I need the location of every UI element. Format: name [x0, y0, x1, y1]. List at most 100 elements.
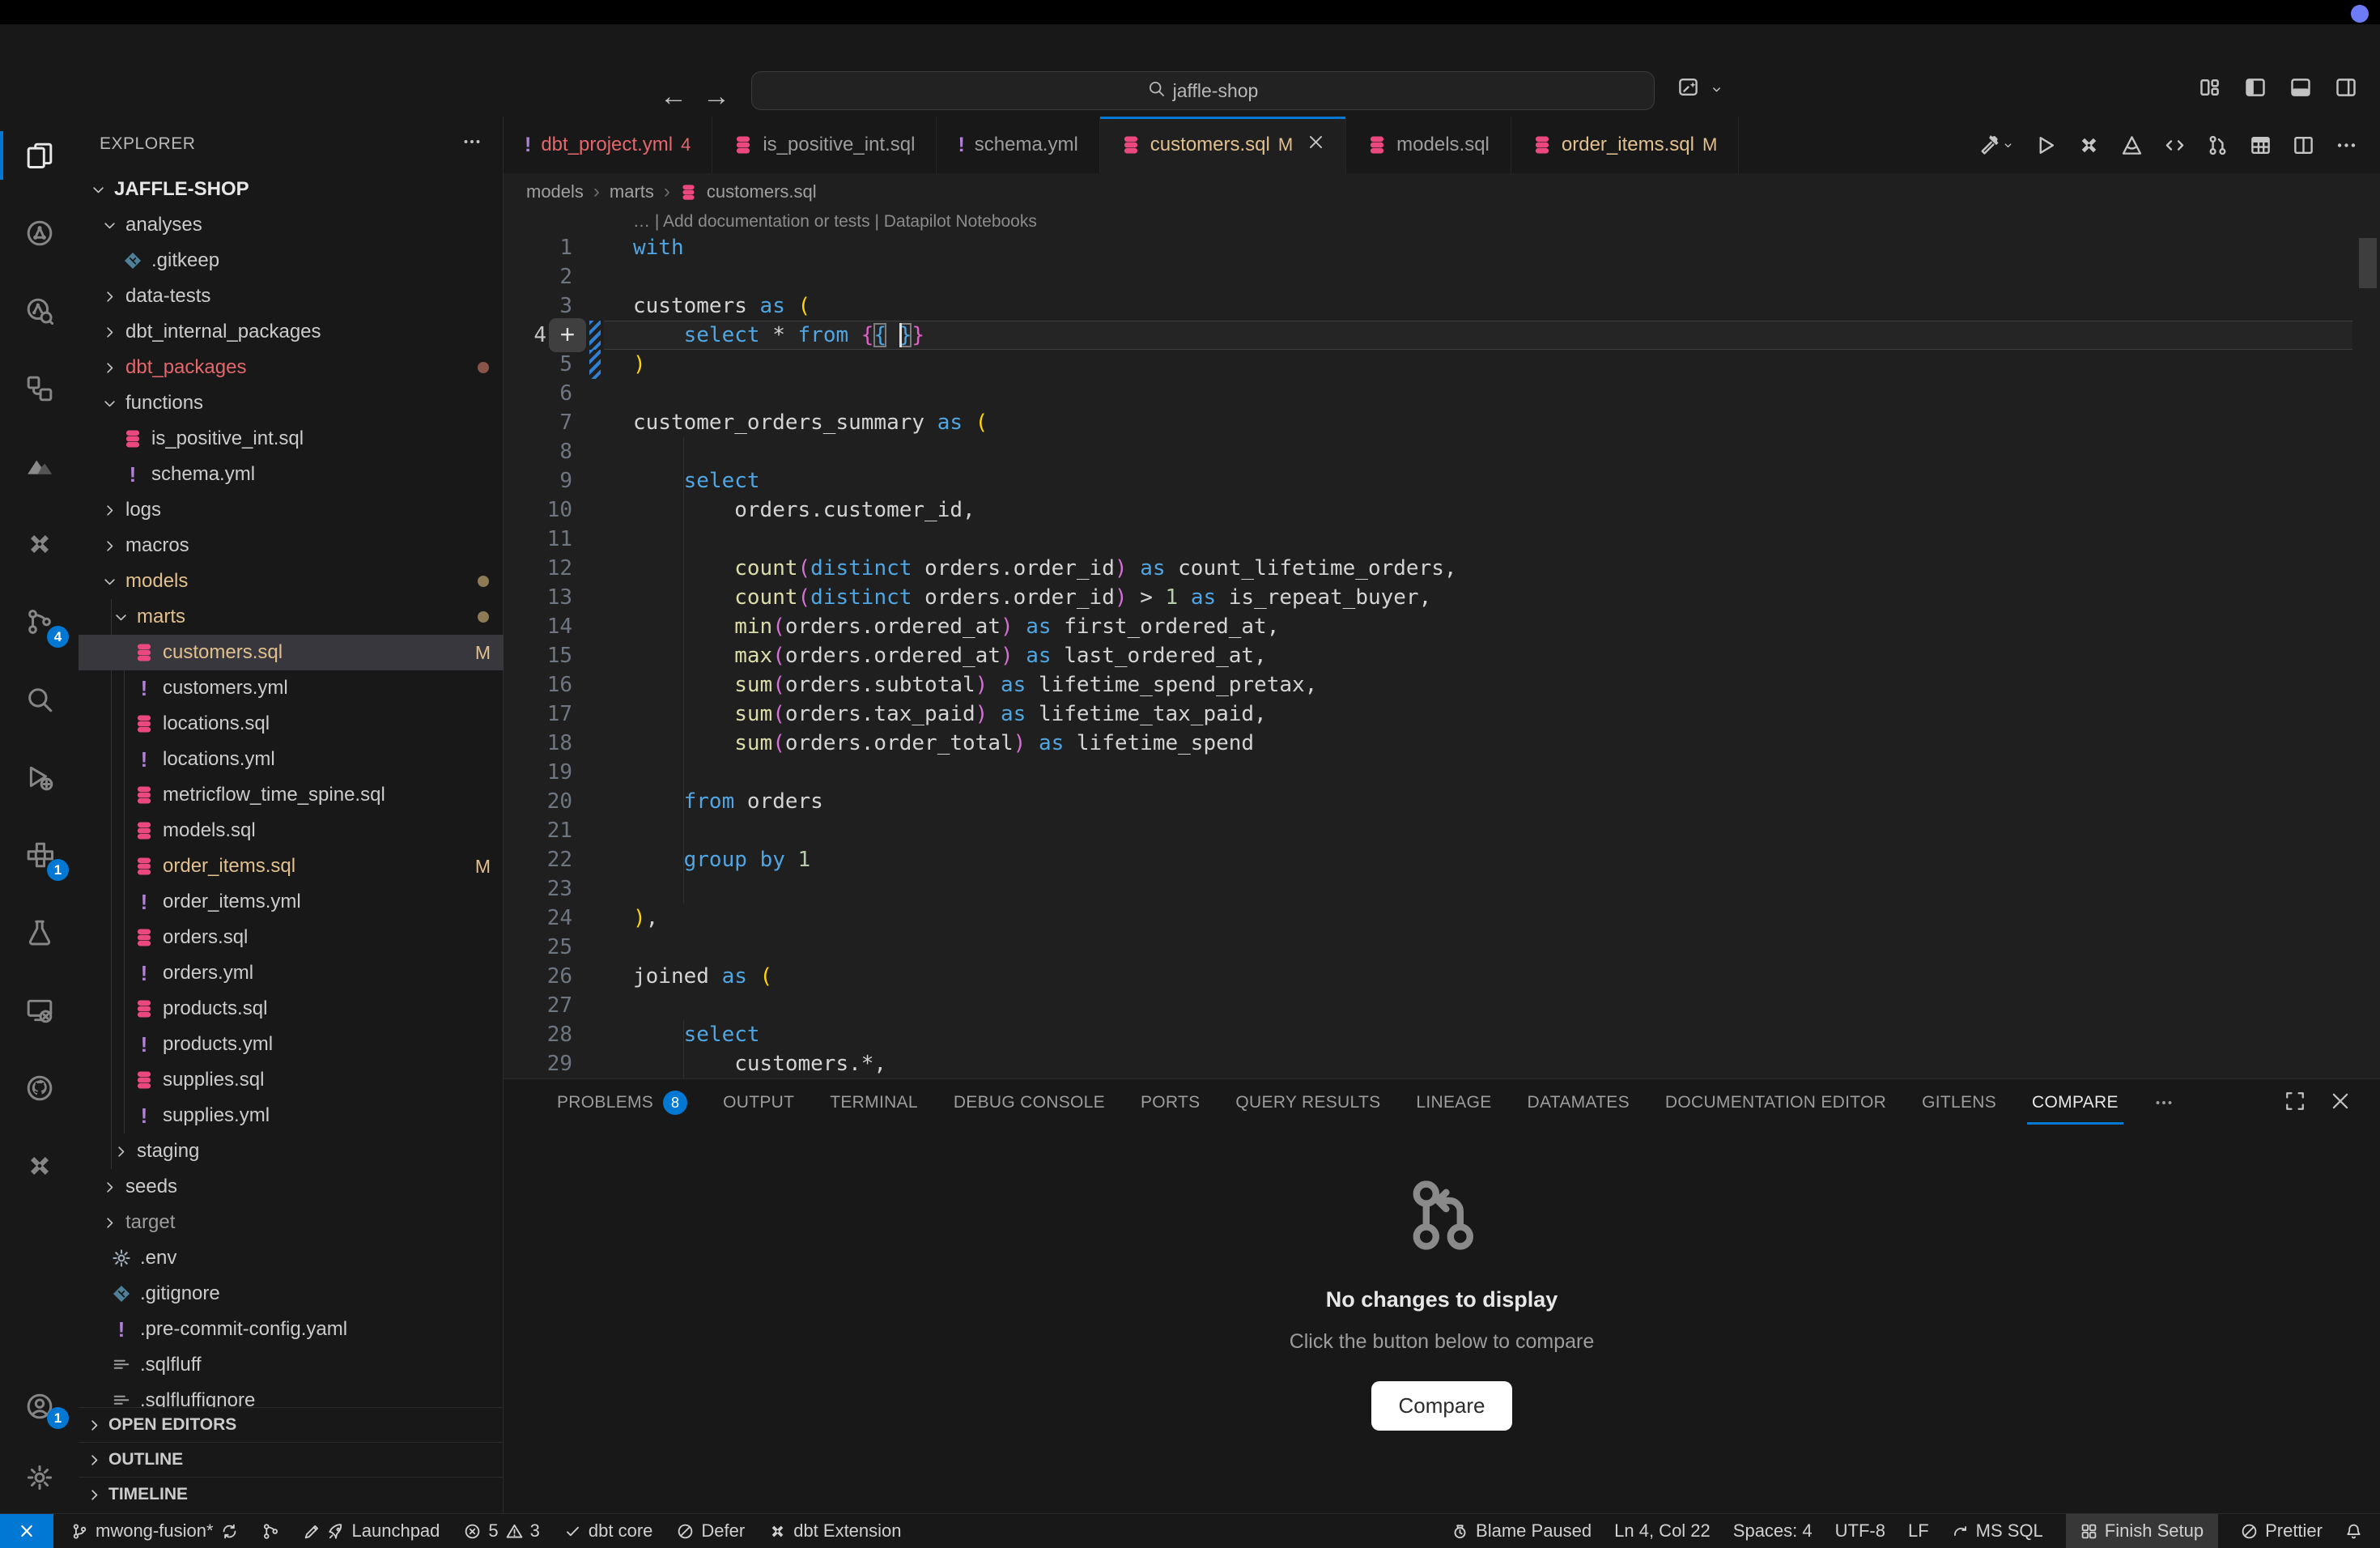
breadcrumb-item[interactable]: models: [526, 181, 584, 202]
dbt-core-status[interactable]: dbt core: [564, 1514, 653, 1548]
tree-item--gitignore[interactable]: .gitignore: [79, 1276, 504, 1312]
remote-indicator[interactable]: [0, 1514, 53, 1548]
panel-tab-debug-console[interactable]: DEBUG CONSOLE: [936, 1079, 1123, 1126]
tree-item-schema-yml[interactable]: !schema.yml: [79, 457, 504, 492]
chevron-down-icon[interactable]: [1710, 83, 1723, 100]
tree-item--env[interactable]: .env: [79, 1240, 504, 1276]
prettier-status[interactable]: Prettier: [2241, 1514, 2323, 1548]
code-line-3[interactable]: 3customers as (: [504, 291, 2380, 321]
defer-status[interactable]: Defer: [677, 1514, 745, 1548]
dbt-test-button[interactable]: [2078, 134, 2100, 156]
chat-icon[interactable]: [1677, 76, 1699, 102]
panel-tab-ports[interactable]: PORTS: [1123, 1079, 1218, 1126]
breadcrumb[interactable]: models›marts›customers.sql: [504, 173, 2380, 211]
tree-item-orders-yml[interactable]: !orders.yml: [79, 955, 504, 991]
codelens-actions[interactable]: … | Add documentation or tests | Datapil…: [633, 211, 1037, 233]
code-line-12[interactable]: 12 count(distinct orders.order_id) as co…: [504, 554, 2380, 583]
tree-item-marts[interactable]: marts: [79, 599, 504, 635]
code-line-25[interactable]: 25: [504, 933, 2380, 962]
code-line-2[interactable]: 2: [504, 262, 2380, 291]
tree-item-order-items-sql[interactable]: order_items.sqlM: [79, 848, 504, 884]
panel-tab-compare[interactable]: COMPARE: [2014, 1079, 2136, 1126]
panel-tab-lineage[interactable]: LINEAGE: [1398, 1079, 1509, 1126]
tree-item-models-sql[interactable]: models.sql: [79, 813, 504, 848]
code-line-9[interactable]: 9 select: [504, 466, 2380, 495]
tree-item-metricflow-time-spine-sql[interactable]: metricflow_time_spine.sql: [79, 777, 504, 813]
tab-is-positive-int-sql[interactable]: is_positive_int.sql: [712, 117, 937, 173]
tree-item-customers-yml[interactable]: !customers.yml: [79, 670, 504, 706]
tree-item--pre-commit-config-yaml[interactable]: !.pre-commit-config.yaml: [79, 1312, 504, 1347]
launchpad-status[interactable]: Launchpad: [304, 1514, 440, 1548]
activity-remote-explorer[interactable]: [0, 972, 79, 1049]
tree-item-logs[interactable]: logs: [79, 492, 504, 528]
sqlfluff-button[interactable]: [2121, 134, 2143, 156]
code-line-13[interactable]: 13 count(distinct orders.order_id) > 1 a…: [504, 583, 2380, 612]
notifications-status[interactable]: [2345, 1514, 2362, 1548]
activity-graph-search[interactable]: [0, 272, 79, 350]
activity-search[interactable]: [0, 661, 79, 738]
panel-tab-query-results[interactable]: QUERY RESULTS: [1218, 1079, 1398, 1126]
tree-item-is-positive-int-sql[interactable]: is_positive_int.sql: [79, 421, 504, 457]
panel-tab-problems[interactable]: PROBLEMS8: [539, 1079, 705, 1126]
tree-item-products-yml[interactable]: !products.yml: [79, 1027, 504, 1062]
section-open-editors[interactable]: OPEN EDITORS: [79, 1407, 503, 1442]
code-line-20[interactable]: 20 from orders: [504, 787, 2380, 816]
code-line-1[interactable]: 1with: [504, 233, 2380, 262]
close-tab-icon[interactable]: [1307, 134, 1324, 156]
code-line-24[interactable]: 24),: [504, 904, 2380, 933]
tree-item-target[interactable]: target: [79, 1205, 504, 1240]
tree-item-staging[interactable]: staging: [79, 1133, 504, 1169]
split-editor-button[interactable]: [2293, 134, 2314, 156]
breadcrumb-item[interactable]: marts: [610, 181, 654, 202]
query-results-button[interactable]: [2250, 134, 2272, 156]
code-line-14[interactable]: 14 min(orders.ordered_at) as first_order…: [504, 612, 2380, 641]
blame-status[interactable]: Blame Paused: [1451, 1514, 1592, 1548]
code-line-4[interactable]: 4 select * from {{ }}+: [504, 321, 2380, 350]
activity-accounts[interactable]: 1: [0, 1371, 79, 1442]
code-line-22[interactable]: 22 group by 1: [504, 845, 2380, 874]
toggle-sidebar-left-icon[interactable]: [2244, 76, 2267, 103]
tree-item-functions[interactable]: functions: [79, 385, 504, 421]
activity-run-debug[interactable]: [0, 738, 79, 816]
eol-status[interactable]: LF: [1908, 1514, 1929, 1548]
activity-extensions[interactable]: 1: [0, 816, 79, 894]
tab-customers-sql[interactable]: customers.sqlM: [1100, 117, 1346, 173]
code-line-5[interactable]: 5): [504, 350, 2380, 379]
tree-item-supplies-sql[interactable]: supplies.sql: [79, 1062, 504, 1098]
activity-explorer[interactable]: [0, 117, 79, 194]
code-line-10[interactable]: 10 orders.customer_id,: [504, 495, 2380, 525]
tree-root-jaffle-shop[interactable]: JAFFLE-SHOP: [79, 172, 504, 207]
panel-tab-terminal[interactable]: TERMINAL: [812, 1079, 936, 1126]
code-line-21[interactable]: 21: [504, 816, 2380, 845]
code-line-6[interactable]: 6: [504, 379, 2380, 408]
code-line-18[interactable]: 18 sum(orders.order_total) as lifetime_s…: [504, 729, 2380, 758]
customize-layout-icon[interactable]: [2199, 76, 2221, 103]
indentation-status[interactable]: Spaces: 4: [1733, 1514, 1813, 1548]
tree-item-locations-sql[interactable]: locations.sql: [79, 706, 504, 742]
code-line-17[interactable]: 17 sum(orders.tax_paid) as lifetime_tax_…: [504, 700, 2380, 729]
tree-item-analyses[interactable]: analyses: [79, 207, 504, 243]
activity-testing[interactable]: [0, 894, 79, 972]
activity-dbt-power-user[interactable]: [0, 505, 79, 583]
tree-item-orders-sql[interactable]: orders.sql: [79, 920, 504, 955]
cursor-position-status[interactable]: Ln 4, Col 22: [1614, 1514, 1711, 1548]
panel-more-tabs[interactable]: [2136, 1079, 2191, 1126]
panel-tab-datamates[interactable]: DATAMATES: [1510, 1079, 1647, 1126]
tab-dbt-project-yml[interactable]: !dbt_project.yml4: [504, 117, 712, 173]
code-line-15[interactable]: 15 max(orders.ordered_at) as last_ordere…: [504, 641, 2380, 670]
pull-request-button[interactable]: [2207, 134, 2229, 156]
editor-scrollbar[interactable]: [2359, 238, 2377, 288]
tree-item-dbt-internal-packages[interactable]: dbt_internal_packages: [79, 314, 504, 350]
back-arrow-icon[interactable]: ←: [660, 83, 687, 110]
panel-tab-documentation-editor[interactable]: DOCUMENTATION EDITOR: [1647, 1079, 1904, 1126]
code-line-26[interactable]: 26joined as (: [504, 962, 2380, 991]
tree-item-locations-yml[interactable]: !locations.yml: [79, 742, 504, 777]
activity-source-control[interactable]: 4: [0, 583, 79, 661]
activity-datamates[interactable]: [0, 427, 79, 505]
tree-item-seeds[interactable]: seeds: [79, 1169, 504, 1205]
close-panel-icon[interactable]: [2330, 1091, 2351, 1116]
section-outline[interactable]: OUTLINE: [79, 1442, 503, 1477]
activity-references[interactable]: [0, 350, 79, 427]
tree-item--sqlfluffignore[interactable]: .sqlfluffignore: [79, 1383, 504, 1407]
build-button[interactable]: [1978, 134, 2014, 156]
